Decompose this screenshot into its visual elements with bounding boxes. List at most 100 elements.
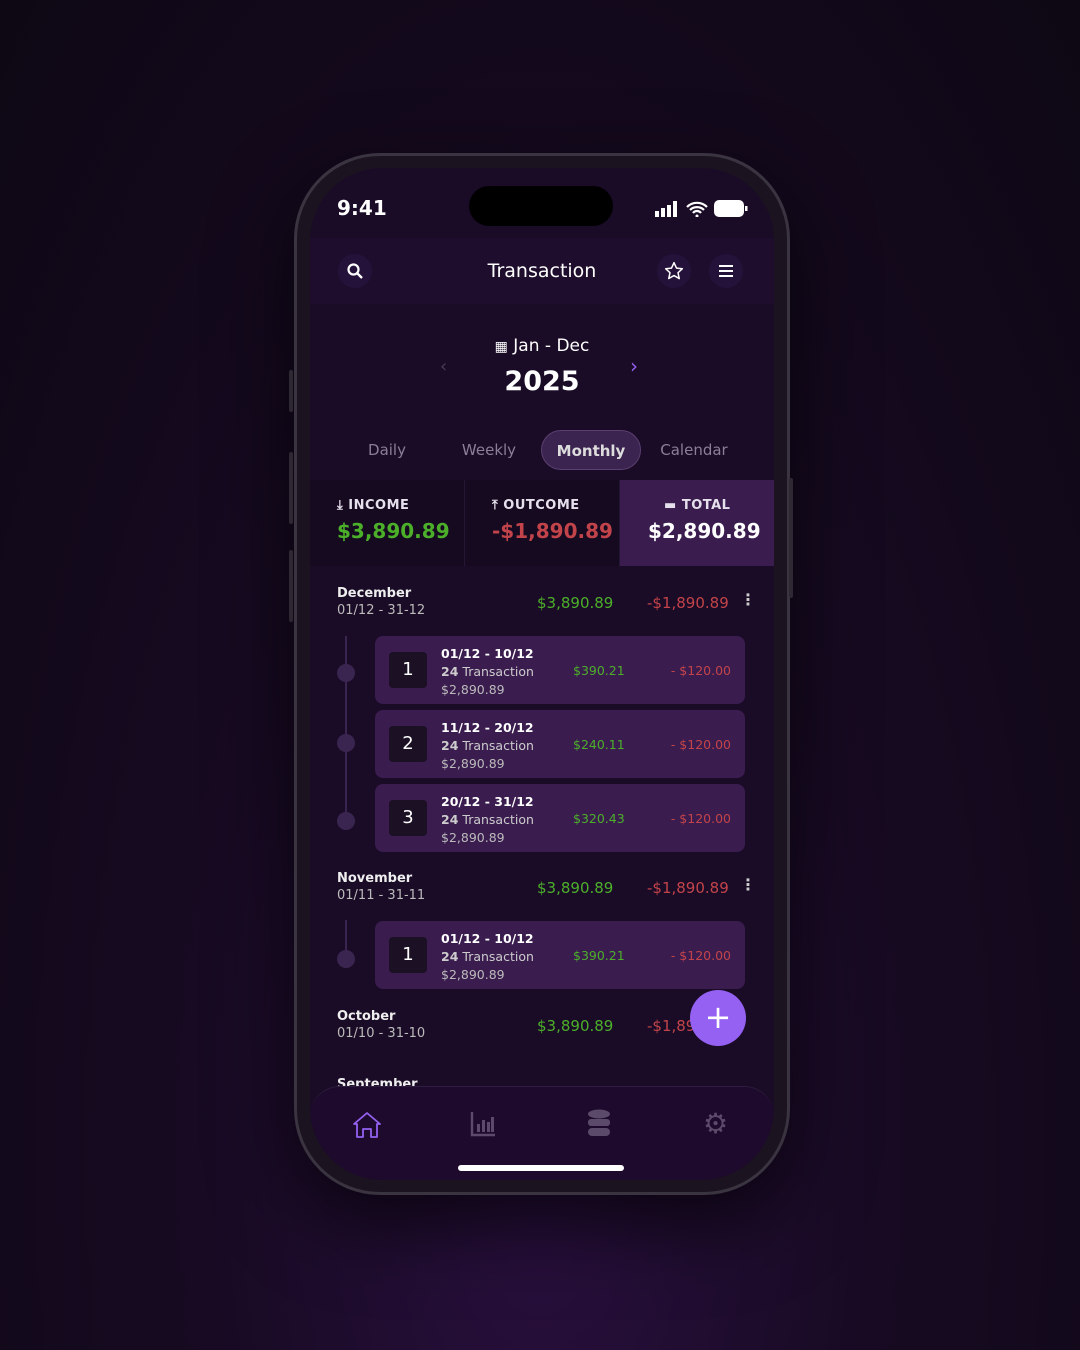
week-number: 2 xyxy=(389,726,427,762)
count-label: Transaction xyxy=(462,949,534,964)
add-transaction-button[interactable]: + xyxy=(690,990,746,1046)
more-options-icon[interactable]: ⋮ xyxy=(740,875,756,894)
menu-icon xyxy=(719,265,733,277)
week-total: $2,890.89 xyxy=(441,967,505,982)
dynamic-island xyxy=(469,186,613,226)
week-range: 01/12 - 10/12 xyxy=(441,931,534,946)
phone-side-button xyxy=(789,478,793,598)
more-options-icon[interactable]: ⋮ xyxy=(740,590,756,609)
week-income: $240.11 xyxy=(573,737,625,752)
signal-icon xyxy=(655,201,677,217)
wallet-icon: ▬ xyxy=(664,498,677,513)
outcome-value: -$1,890.89 xyxy=(492,519,613,543)
app-screen: 9:41 Transaction ‹ › ▦ Jan - Dec 2025 Da… xyxy=(310,168,774,1180)
home-icon xyxy=(353,1112,381,1138)
week-card[interactable]: 3 20/12 - 31/12 24 Transaction $2,890.89… xyxy=(375,784,745,852)
nav-accounts[interactable] xyxy=(587,1109,611,1141)
week-total: $2,890.89 xyxy=(441,682,505,697)
week-outcome: - $120.00 xyxy=(670,663,731,678)
tab-daily[interactable]: Daily xyxy=(337,430,437,470)
week-number: 1 xyxy=(389,652,427,688)
month-income: $3,890.89 xyxy=(537,1017,614,1035)
menu-button[interactable] xyxy=(709,254,743,288)
month-row-october[interactable]: October 01/10 - 31-10 $3,890.89 -$1,890.… xyxy=(337,1009,747,1049)
total-summary: ▬ TOTAL $2,890.89 xyxy=(620,480,774,566)
gear-icon: ⚙ xyxy=(703,1107,729,1140)
period-range-label: Jan - Dec xyxy=(513,336,590,356)
income-label-text: INCOME xyxy=(348,498,410,513)
week-count: 24 Transaction xyxy=(441,664,534,679)
week-range: 01/12 - 10/12 xyxy=(441,646,534,661)
phone-side-button xyxy=(289,452,293,524)
status-time: 9:41 xyxy=(337,196,387,220)
week-number: 3 xyxy=(389,800,427,836)
week-income: $390.21 xyxy=(573,663,625,678)
nav-home[interactable] xyxy=(352,1111,382,1143)
income-label: ⤓ INCOME xyxy=(337,498,464,513)
total-label: ▬ TOTAL xyxy=(648,498,774,513)
tab-monthly[interactable]: Monthly xyxy=(541,430,641,470)
period-year: 2025 xyxy=(504,366,580,397)
phone-side-button xyxy=(289,370,293,412)
outcome-summary: ⤒ OUTCOME -$1,890.89 xyxy=(465,480,620,566)
home-indicator xyxy=(458,1165,624,1171)
count: 24 xyxy=(441,664,459,679)
count: 24 xyxy=(441,738,459,753)
count-label: Transaction xyxy=(462,812,534,827)
week-count: 24 Transaction xyxy=(441,738,534,753)
timeline-line xyxy=(345,920,347,954)
week-income: $320.43 xyxy=(573,811,625,826)
week-outcome: - $120.00 xyxy=(670,811,731,826)
calendar-icon: ▦ xyxy=(494,339,508,355)
bottom-nav: ⚙ xyxy=(310,1086,774,1180)
timeline-dot xyxy=(337,734,355,752)
nav-stats[interactable] xyxy=(470,1111,496,1141)
timeline-dot xyxy=(337,950,355,968)
period-range: ▦ Jan - Dec xyxy=(310,336,774,356)
week-count: 24 Transaction xyxy=(441,949,534,964)
wifi-icon xyxy=(686,201,708,217)
plus-icon: + xyxy=(704,998,732,1036)
download-icon: ⤓ xyxy=(337,498,344,513)
phone-side-button xyxy=(289,550,293,622)
week-range: 20/12 - 31/12 xyxy=(441,794,534,809)
week-outcome: - $120.00 xyxy=(670,948,731,963)
month-row-december[interactable]: December 01/12 - 31-12 $3,890.89 -$1,890… xyxy=(337,586,756,626)
week-count: 24 Transaction xyxy=(441,812,534,827)
tab-weekly[interactable]: Weekly xyxy=(439,430,539,470)
nav-settings[interactable]: ⚙ xyxy=(703,1107,728,1140)
database-icon xyxy=(588,1109,610,1136)
income-value: $3,890.89 xyxy=(337,519,450,543)
timeline-dot xyxy=(337,812,355,830)
page-title: Transaction xyxy=(487,260,597,282)
count-label: Transaction xyxy=(462,664,534,679)
total-label-text: TOTAL xyxy=(681,498,731,513)
month-income: $3,890.89 xyxy=(537,594,614,612)
outcome-label: ⤒ OUTCOME xyxy=(492,498,619,513)
count-label: Transaction xyxy=(462,738,534,753)
month-outcome: -$1,890.89 xyxy=(647,879,729,897)
week-outcome: - $120.00 xyxy=(670,737,731,752)
week-number: 1 xyxy=(389,937,427,973)
count: 24 xyxy=(441,949,459,964)
week-card[interactable]: 1 01/12 - 10/12 24 Transaction $2,890.89… xyxy=(375,921,745,989)
count: 24 xyxy=(441,812,459,827)
favorite-button[interactable] xyxy=(657,254,691,288)
outcome-label-text: OUTCOME xyxy=(503,498,580,513)
week-card[interactable]: 2 11/12 - 20/12 24 Transaction $2,890.89… xyxy=(375,710,745,778)
timeline-dot xyxy=(337,664,355,682)
chart-icon xyxy=(470,1112,495,1137)
battery-icon xyxy=(714,200,748,217)
tab-calendar[interactable]: Calendar xyxy=(644,430,744,470)
week-total: $2,890.89 xyxy=(441,830,505,845)
week-range: 11/12 - 20/12 xyxy=(441,720,534,735)
upload-icon: ⤒ xyxy=(492,498,499,513)
week-total: $2,890.89 xyxy=(441,756,505,771)
total-value: $2,890.89 xyxy=(648,519,761,543)
month-row-november[interactable]: November 01/11 - 31-11 $3,890.89 -$1,890… xyxy=(337,871,756,911)
star-icon xyxy=(664,261,684,280)
month-outcome: -$1,890.89 xyxy=(647,594,729,612)
month-income: $3,890.89 xyxy=(537,879,614,897)
week-card[interactable]: 1 01/12 - 10/12 24 Transaction $2,890.89… xyxy=(375,636,745,704)
status-icons xyxy=(654,200,748,217)
